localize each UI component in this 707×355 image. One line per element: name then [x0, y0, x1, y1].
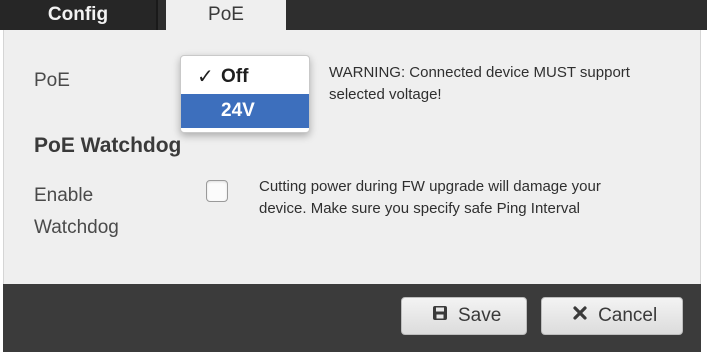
dropdown-option-24v[interactable]: 24V	[181, 94, 309, 128]
option-off-label: Off	[221, 66, 249, 87]
action-bar: Save Cancel	[3, 284, 701, 352]
cancel-button[interactable]: Cancel	[541, 297, 683, 335]
dropdown-option-off[interactable]: ✓ Off	[181, 60, 309, 94]
cancel-button-label: Cancel	[598, 305, 658, 326]
enable-watchdog-label-line2: Watchdog	[34, 217, 119, 238]
tab-bar: Config PoE	[0, 0, 707, 30]
watchdog-note-text: Cutting power during FW upgrade will dam…	[259, 178, 601, 217]
check-icon: ✓	[197, 66, 214, 88]
floppy-disk-icon	[427, 298, 453, 334]
save-button[interactable]: Save	[401, 297, 527, 335]
enable-watchdog-checkbox[interactable]	[206, 180, 228, 202]
poe-label: PoE	[34, 70, 70, 91]
save-button-label: Save	[457, 305, 502, 326]
tab-config[interactable]: Config	[0, 0, 158, 30]
poe-warning-text: WARNING: Connected device MUST support s…	[329, 64, 630, 103]
enable-watchdog-label: Enable Watchdog	[34, 180, 154, 244]
poe-panel: PoE WARNING: Connected device MUST suppo…	[3, 30, 701, 284]
poe-voltage-dropdown[interactable]: ✓ Off 24V	[180, 55, 310, 133]
poe-settings-window: Config PoE PoE WARNING: Connected device…	[0, 0, 707, 355]
enable-watchdog-label-line1: Enable	[34, 185, 94, 206]
poe-watchdog-title: PoE Watchdog	[34, 134, 182, 157]
close-x-icon	[567, 298, 593, 334]
tab-poe[interactable]: PoE	[166, 0, 286, 30]
option-24v-label: 24V	[221, 100, 255, 121]
